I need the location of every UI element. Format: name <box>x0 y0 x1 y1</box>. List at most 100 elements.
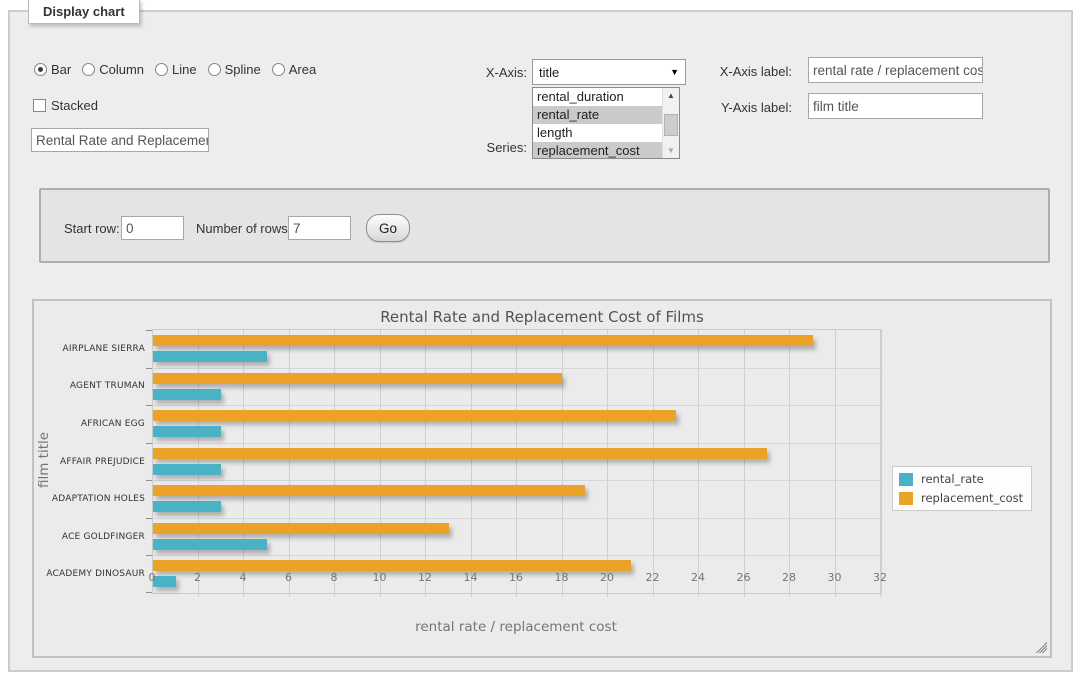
radio-spline-label: Spline <box>225 62 261 77</box>
y-tick <box>146 518 152 519</box>
y-tick <box>146 330 152 331</box>
gridline <box>334 330 335 597</box>
series-option-length[interactable]: length <box>533 124 662 142</box>
x-tick-label: 18 <box>547 571 577 584</box>
gridline <box>380 330 381 597</box>
radio-bar[interactable]: Bar <box>34 62 71 77</box>
start-row-input[interactable]: 0 <box>121 216 184 240</box>
series-scrollbar[interactable]: ▲ ▼ <box>662 88 679 158</box>
gridline <box>516 330 517 597</box>
radio-area[interactable]: Area <box>272 62 316 77</box>
gridline <box>880 330 881 597</box>
series-multiselect[interactable]: rental_duration rental_rate length repla… <box>532 87 680 159</box>
chart-x-axis-title: rental rate / replacement cost <box>152 619 880 635</box>
legend-swatch <box>899 492 913 505</box>
radio-spline-control[interactable] <box>208 63 221 76</box>
radio-spline[interactable]: Spline <box>208 62 261 77</box>
x-axis-label-input[interactable]: rental rate / replacement cost <box>808 57 983 83</box>
legend-label: replacement_cost <box>921 491 1023 505</box>
y-axis-label-input[interactable]: film title <box>808 93 983 119</box>
bar-replacement_cost <box>153 485 585 496</box>
x-tick-label: 16 <box>501 571 531 584</box>
num-rows-input[interactable]: 7 <box>288 216 351 240</box>
stacked-checkbox[interactable] <box>33 99 46 112</box>
y-axis-label-caption: Y-Axis label: <box>700 100 792 115</box>
radio-area-control[interactable] <box>272 63 285 76</box>
y-tick <box>146 592 152 593</box>
chart-type-radio-group: Bar Column Line Spline Area <box>34 62 316 77</box>
x-tick-label: 20 <box>592 571 622 584</box>
bar-replacement_cost <box>153 410 676 421</box>
gridline <box>562 330 563 597</box>
gridline <box>698 330 699 597</box>
go-button[interactable]: Go <box>366 214 410 242</box>
radio-bar-label: Bar <box>51 62 71 77</box>
resize-handle-icon[interactable] <box>1036 642 1047 653</box>
x-axis-select[interactable]: title ▼ <box>532 59 686 85</box>
series-option-replacement-cost[interactable]: replacement_cost <box>533 142 662 159</box>
x-tick-label: 6 <box>274 571 304 584</box>
stacked-row: Stacked <box>33 98 98 113</box>
start-row-label: Start row: <box>64 221 120 236</box>
rows-panel: Start row: 0 Number of rows: 7 Go <box>39 188 1050 263</box>
legend-entry: replacement_cost <box>899 491 1023 505</box>
scrollbar-thumb[interactable] <box>664 114 678 136</box>
chart-title: Rental Rate and Replacement Cost of Film… <box>34 308 1050 326</box>
scroll-down-icon[interactable]: ▼ <box>663 143 679 158</box>
bar-replacement_cost <box>153 335 813 346</box>
chart-legend: rental_rate replacement_cost <box>892 466 1032 511</box>
chart-plot-area: AIRPLANE SIERRAAGENT TRUMANAFRICAN EGGAF… <box>152 329 882 594</box>
x-tick-label: 22 <box>638 571 668 584</box>
x-tick-label: 32 <box>865 571 895 584</box>
category-label: AIRPLANE SIERRA <box>41 344 145 354</box>
gridline <box>153 443 881 444</box>
series-options: rental_duration rental_rate length repla… <box>533 88 662 158</box>
bar-replacement_cost <box>153 448 767 459</box>
gridline <box>153 480 881 481</box>
scroll-up-icon[interactable]: ▲ <box>663 88 679 103</box>
series-option-rental-rate[interactable]: rental_rate <box>533 106 662 124</box>
radio-line-control[interactable] <box>155 63 168 76</box>
legend-swatch <box>899 473 913 486</box>
radio-column-control[interactable] <box>82 63 95 76</box>
x-tick-label: 0 <box>137 571 167 584</box>
gridline <box>835 330 836 597</box>
y-tick <box>146 443 152 444</box>
radio-line[interactable]: Line <box>155 62 197 77</box>
series-option-rental-duration[interactable]: rental_duration <box>533 88 662 106</box>
x-tick-label: 26 <box>729 571 759 584</box>
category-label: AGENT TRUMAN <box>41 381 145 391</box>
gridline <box>153 405 881 406</box>
y-tick <box>146 405 152 406</box>
x-axis-selected-value: title <box>539 65 559 80</box>
series-select-label: Series: <box>430 140 527 155</box>
gridline <box>789 330 790 597</box>
radio-column[interactable]: Column <box>82 62 144 77</box>
x-tick-label: 28 <box>774 571 804 584</box>
gridline <box>243 330 244 597</box>
chart-container: Rental Rate and Replacement Cost of Film… <box>32 299 1052 658</box>
x-tick-label: 24 <box>683 571 713 584</box>
fieldset-legend: Display chart <box>28 0 140 24</box>
display-chart-fieldset: Display chart Bar Column Line Spline Are… <box>8 10 1073 672</box>
x-tick-label: 4 <box>228 571 258 584</box>
category-label: AFFAIR PREJUDICE <box>41 457 145 467</box>
radio-bar-control[interactable] <box>34 63 47 76</box>
y-tick <box>146 368 152 369</box>
x-tick-label: 2 <box>183 571 213 584</box>
bar-rental_rate <box>153 426 221 437</box>
category-label: AFRICAN EGG <box>41 419 145 429</box>
gridline <box>153 555 881 556</box>
x-tick-label: 8 <box>319 571 349 584</box>
bar-rental_rate <box>153 464 221 475</box>
gridline <box>153 518 881 519</box>
bar-replacement_cost <box>153 373 562 384</box>
x-tick-label: 14 <box>456 571 486 584</box>
category-label: ACADEMY DINOSAUR <box>41 569 145 579</box>
bar-rental_rate <box>153 539 267 550</box>
x-tick-label: 12 <box>410 571 440 584</box>
chart-title-input[interactable]: Rental Rate and Replacemer <box>31 128 209 152</box>
legend-entry: rental_rate <box>899 472 1023 486</box>
bar-replacement_cost <box>153 560 631 571</box>
x-tick-label: 10 <box>365 571 395 584</box>
